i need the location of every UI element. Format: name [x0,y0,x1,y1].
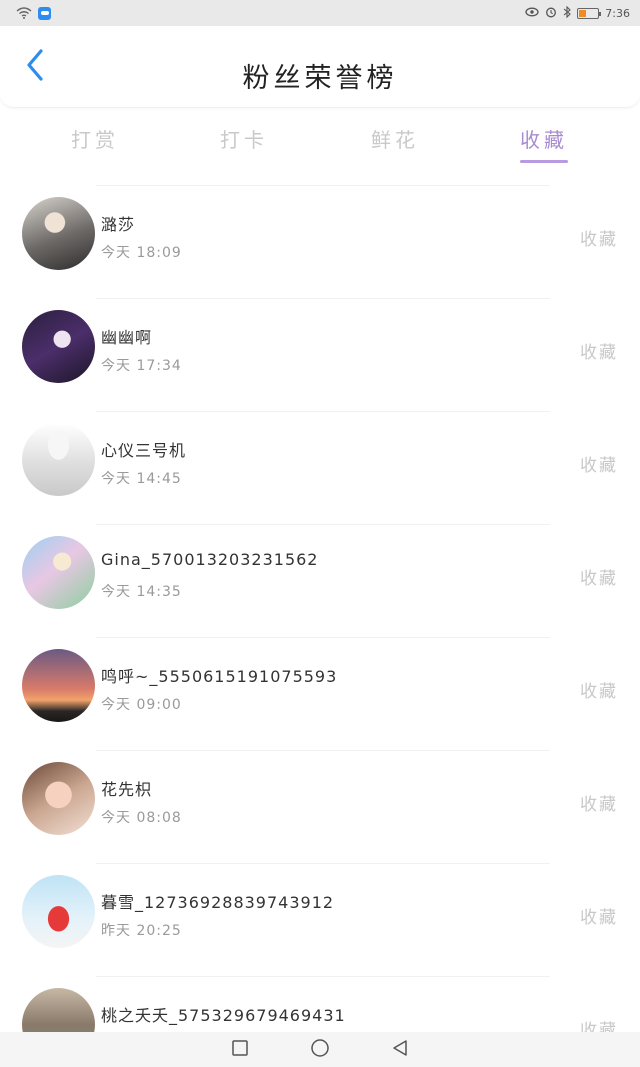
divider [96,411,550,412]
avatar[interactable] [22,423,95,496]
fan-list: 潞莎 今天 18:09 收藏 幽幽啊 今天 17:34 收藏 心仪三号机 今天 … [0,185,640,1032]
clock-text: 7:36 [605,6,630,20]
recents-button[interactable] [229,1039,251,1061]
divider [96,863,550,864]
user-name: 心仪三号机 [101,441,187,460]
timestamp: 今天 09:00 [101,697,182,713]
timestamp: 昨天 20:25 [101,923,182,939]
list-item[interactable]: 花先枳 今天 08:08 收藏 [0,750,640,863]
page-title: 粉丝荣誉榜 [242,63,398,94]
user-name: 幽幽啊 [101,328,153,347]
user-name: Gina_570013203231562 [101,550,319,569]
list-item[interactable]: 鸣呼~_5550615191075593 今天 09:00 收藏 [0,637,640,750]
square-nav-icon [231,1039,249,1061]
cloud-icon [38,6,51,20]
list-item[interactable]: Gina_570013203231562 今天 14:35 收藏 [0,524,640,637]
alarm-icon [545,6,557,21]
user-name: 潞莎 [101,215,136,234]
wifi-icon [16,4,32,23]
tab-flowers[interactable]: 鲜花 [350,124,440,153]
list-item[interactable]: 潞莎 今天 18:09 收藏 [0,185,640,298]
user-name: 鸣呼~_5550615191075593 [101,667,338,686]
avatar[interactable] [22,310,95,383]
timestamp: 今天 14:35 [101,584,182,600]
divider [96,637,550,638]
system-nav-bar [0,1032,640,1067]
battery-icon [577,7,602,19]
tab-favorites[interactable]: 收藏 [499,124,589,153]
status-bar: 7:36 [0,0,640,26]
tab-checkin[interactable]: 打卡 [199,124,289,153]
circle-nav-icon [310,1038,330,1062]
list-item[interactable]: 桃之夭夭_575329679469431 收藏 [0,976,640,1032]
favorite-label: 收藏 [580,795,618,815]
favorite-label: 收藏 [580,456,618,476]
list-item[interactable]: 幽幽啊 今天 17:34 收藏 [0,298,640,411]
back-nav-button[interactable] [389,1039,411,1061]
avatar[interactable] [22,875,95,948]
header: 粉丝荣誉榜 [0,26,640,108]
user-name: 暮雪_12736928839743912 [101,893,335,912]
avatar[interactable] [22,988,95,1032]
timestamp: 今天 17:34 [101,358,182,374]
divider [96,750,550,751]
favorite-label: 收藏 [580,569,618,589]
bluetooth-icon [563,5,572,21]
triangle-nav-icon [391,1039,409,1061]
list-item[interactable]: 心仪三号机 今天 14:45 收藏 [0,411,640,524]
status-right: 7:36 [525,5,630,21]
timestamp: 今天 14:45 [101,471,182,487]
tab-reward[interactable]: 打赏 [50,124,140,153]
avatar[interactable] [22,649,95,722]
favorite-label: 收藏 [580,343,618,363]
list-item[interactable]: 暮雪_12736928839743912 昨天 20:25 收藏 [0,863,640,976]
avatar[interactable] [22,536,95,609]
status-left [16,4,51,23]
user-name: 花先枳 [101,780,153,799]
home-button[interactable] [309,1038,331,1062]
favorite-label: 收藏 [580,908,618,928]
eye-icon [525,7,539,20]
avatar[interactable] [22,762,95,835]
favorite-label: 收藏 [580,230,618,250]
divider [96,298,550,299]
favorite-label: 收藏 [580,682,618,702]
divider [96,524,550,525]
favorite-label: 收藏 [580,1021,618,1032]
divider [96,185,550,186]
active-tab-indicator [520,160,568,163]
timestamp: 今天 18:09 [101,245,182,261]
timestamp: 今天 08:08 [101,810,182,826]
user-name: 桃之夭夭_575329679469431 [101,1006,346,1025]
avatar[interactable] [22,197,95,270]
divider [96,976,550,977]
